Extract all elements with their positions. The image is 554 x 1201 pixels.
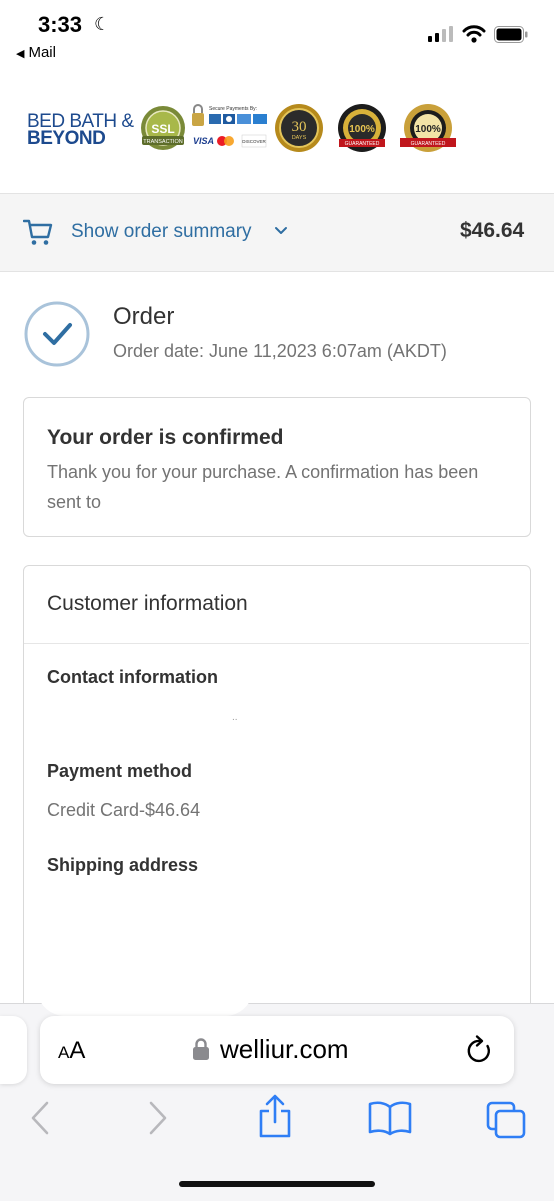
ssl-badge-icon: SSL TRANSACTION (141, 106, 185, 150)
text-size-button[interactable]: AA (58, 1037, 85, 1065)
svg-text:30: 30 (292, 119, 307, 135)
svg-text:DISCOVER: DISCOVER (242, 139, 266, 144)
order-confirmed-title: Your order is confirmed (47, 426, 284, 449)
text-size-large-a: A (69, 1037, 86, 1064)
bookmarks-icon[interactable] (368, 1100, 412, 1136)
page-edge (37, 988, 253, 1016)
url-text[interactable]: welliur.com (220, 1034, 349, 1065)
back-arrow-nav-icon[interactable] (22, 1100, 58, 1136)
cart-icon[interactable] (23, 217, 53, 247)
svg-text:SSL: SSL (151, 122, 174, 136)
card-divider (24, 643, 529, 644)
back-app-label: Mail (28, 44, 56, 61)
order-confirmed-message: Thank you for your purchase. A confirmat… (47, 462, 479, 512)
contact-information-value: .. (232, 712, 238, 723)
svg-text:100%: 100% (415, 124, 441, 135)
back-arrow-icon: ◀ (16, 48, 25, 60)
wifi-icon (462, 25, 486, 43)
satisfaction-badge-icon: 100% GUARANTEED (400, 104, 456, 152)
back-to-mail-link[interactable]: ◀ Mail (16, 44, 56, 61)
share-icon[interactable] (256, 1094, 294, 1140)
svg-text:GUARANTEED: GUARANTEED (345, 141, 380, 147)
svg-text:DAYS: DAYS (292, 135, 307, 141)
best-price-badge-icon: 100% GUARANTEED (338, 104, 386, 152)
cellular-signal-icon (428, 26, 453, 42)
reload-icon[interactable] (464, 1034, 494, 1066)
show-order-summary-toggle[interactable]: Show order summary (71, 221, 252, 243)
status-time: 3:33 (38, 12, 83, 37)
checkmark-circle-icon (24, 301, 90, 367)
brand-line-2: BEYOND (27, 128, 106, 149)
secure-payments-badge-icon: Secure Payments By: VISA DISCOVER (192, 104, 267, 148)
payment-method-value: Credit Card-$46.64 (47, 800, 201, 820)
forward-arrow-nav-icon[interactable] (140, 1100, 176, 1136)
order-date: Order date: June 11,2023 6:07am (AKDT) (113, 341, 447, 361)
svg-text:VISA: VISA (193, 136, 214, 146)
lock-icon (193, 1038, 209, 1060)
customer-information-title: Customer information (47, 592, 248, 615)
tabs-icon[interactable] (485, 1100, 527, 1140)
svg-text:100%: 100% (349, 124, 375, 135)
shipping-address-heading: Shipping address (47, 855, 199, 875)
brand-logo: BED BATH & BEYOND (27, 112, 137, 149)
payment-method-heading: Payment method (47, 761, 193, 781)
svg-text:TRANSACTION: TRANSACTION (143, 139, 182, 145)
battery-icon (494, 26, 528, 43)
contact-information-heading: Contact information (47, 667, 218, 687)
svg-text:Secure Payments By:: Secure Payments By: (209, 106, 257, 112)
order-total: $46.64 (460, 219, 525, 242)
focus-moon-icon: ☾ (94, 14, 111, 34)
order-title: Order (113, 303, 175, 330)
chevron-down-icon[interactable] (273, 223, 289, 239)
svg-text:GUARANTEED: GUARANTEED (411, 141, 446, 147)
text-size-small-a: A (58, 1043, 70, 1062)
money-back-badge-icon: 30 DAYS (275, 104, 323, 152)
previous-tab-pill[interactable] (0, 1016, 27, 1084)
home-indicator[interactable] (179, 1181, 375, 1187)
